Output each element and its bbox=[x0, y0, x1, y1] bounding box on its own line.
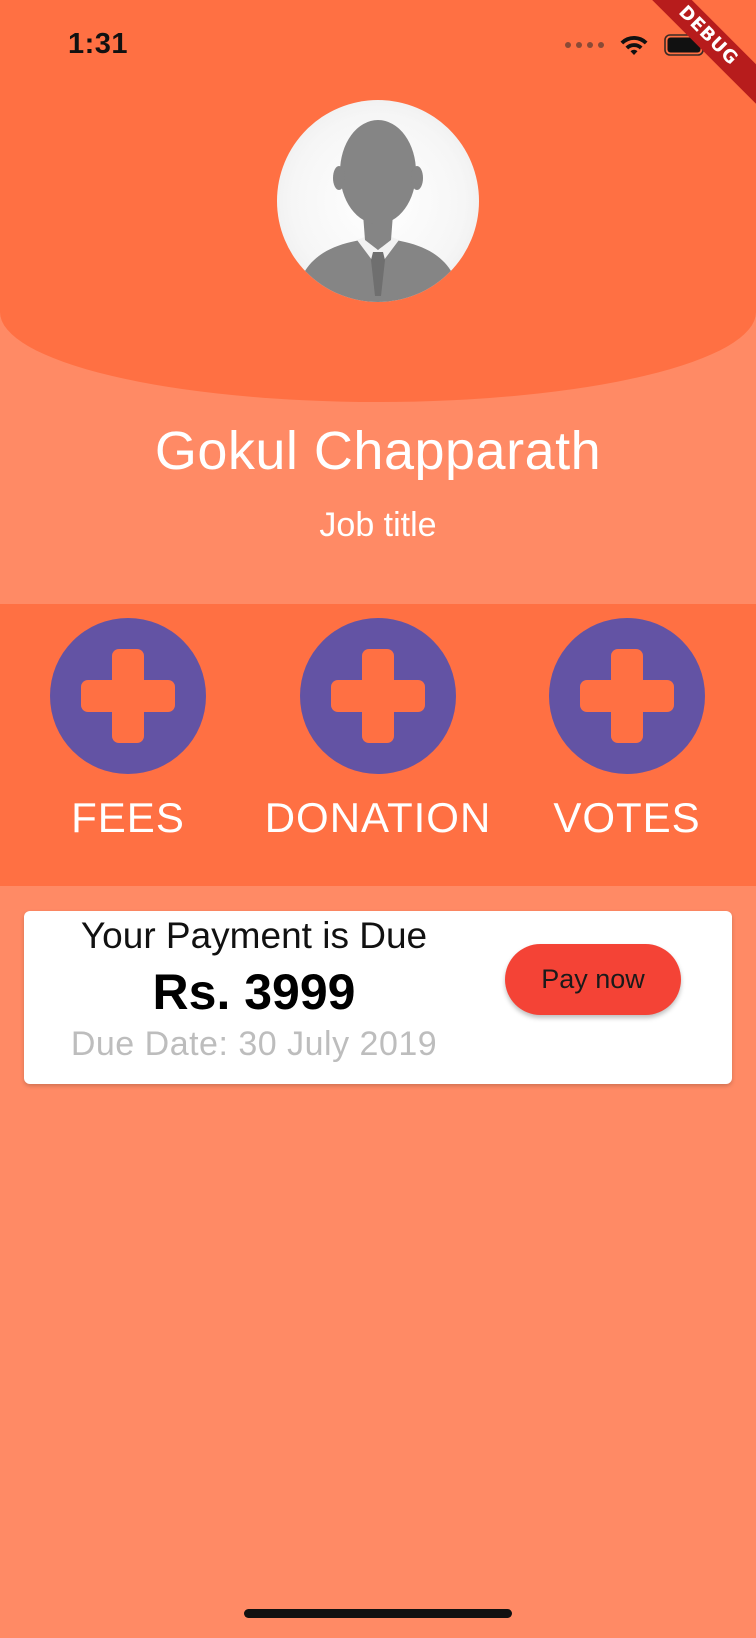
donation-label: DONATION bbox=[264, 794, 492, 841]
payment-due-date: Due Date: 30 July 2019 bbox=[70, 1025, 438, 1063]
person-silhouette-icon bbox=[295, 120, 461, 302]
fees-label: FEES bbox=[71, 794, 185, 841]
payment-card: Your Payment is Due Rs. 3999 Due Date: 3… bbox=[24, 911, 732, 1084]
home-indicator[interactable] bbox=[244, 1609, 512, 1618]
payment-heading: Your Payment is Due bbox=[80, 915, 428, 956]
votes-action[interactable]: VOTES bbox=[497, 604, 756, 886]
avatar[interactable] bbox=[277, 100, 479, 302]
actions-band: FEES DONATION VOTES bbox=[0, 604, 756, 886]
donation-plus-button[interactable] bbox=[300, 618, 456, 774]
fees-plus-button[interactable] bbox=[50, 618, 206, 774]
pay-now-button[interactable]: Pay now bbox=[505, 944, 681, 1015]
votes-plus-button[interactable] bbox=[549, 618, 705, 774]
wifi-icon bbox=[620, 35, 648, 55]
payment-amount: Rs. 3999 bbox=[152, 964, 356, 1020]
job-title: Job title bbox=[319, 506, 437, 544]
signal-icon bbox=[565, 42, 604, 48]
user-name: Gokul Chapparath bbox=[154, 421, 602, 481]
status-time: 1:31 bbox=[68, 28, 129, 60]
app-screen: 1:31 DEBUG Gokul Chapparath Job title FE… bbox=[0, 0, 756, 1638]
donation-action[interactable]: DONATION bbox=[248, 604, 508, 886]
fees-action[interactable]: FEES bbox=[0, 604, 258, 886]
votes-label: VOTES bbox=[553, 794, 701, 841]
